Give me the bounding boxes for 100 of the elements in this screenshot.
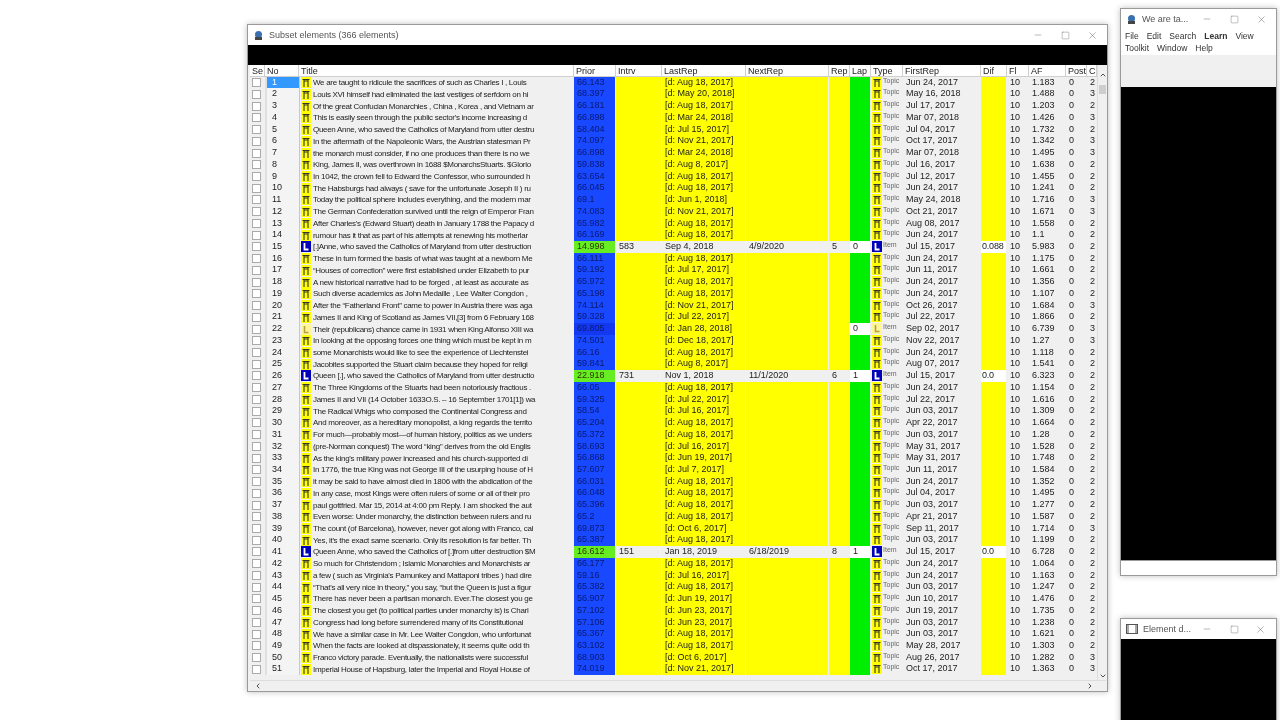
row-number[interactable]: 10 (265, 182, 299, 195)
column-header[interactable]: Dif (981, 65, 1007, 77)
row-number[interactable]: 30 (265, 417, 299, 429)
scroll-left-icon[interactable] (254, 682, 262, 690)
row-checkbox[interactable] (252, 406, 261, 416)
row-checkbox[interactable] (252, 359, 261, 369)
row-number[interactable]: 36 (265, 487, 299, 500)
row-checkbox[interactable] (252, 148, 261, 158)
row-checkbox[interactable] (252, 230, 261, 240)
row-number[interactable]: 7 (265, 147, 299, 159)
row-checkbox[interactable] (252, 218, 261, 228)
row-checkbox[interactable] (252, 160, 261, 170)
column-header[interactable]: Title (299, 65, 574, 77)
column-header[interactable]: Prior (574, 65, 616, 77)
row-number[interactable]: 17 (265, 264, 299, 277)
row-number[interactable]: 3 (265, 100, 299, 112)
row-checkbox[interactable] (252, 664, 261, 674)
row-checkbox[interactable] (252, 418, 261, 428)
row-checkbox[interactable] (252, 113, 261, 123)
row-number[interactable]: 2 (265, 88, 299, 101)
column-header[interactable]: AF (1029, 65, 1066, 77)
row-checkbox[interactable] (252, 324, 261, 334)
row-checkbox[interactable] (252, 371, 261, 381)
row-number[interactable]: 44 (265, 581, 299, 594)
menu-item[interactable]: View (1235, 31, 1254, 41)
horizontal-scrollbar[interactable] (250, 680, 1106, 691)
row-checkbox[interactable] (252, 254, 261, 264)
row-checkbox[interactable] (252, 477, 261, 487)
row-number[interactable]: 33 (265, 452, 299, 464)
row-checkbox[interactable] (252, 207, 261, 217)
menu-item[interactable]: Learn (1204, 31, 1228, 41)
row-checkbox[interactable] (252, 488, 261, 498)
row-number[interactable]: 48 (265, 628, 299, 640)
scroll-right-icon[interactable] (1086, 682, 1094, 690)
row-checkbox[interactable] (252, 500, 261, 510)
row-checkbox[interactable] (252, 641, 261, 651)
column-header[interactable]: Fl (1007, 65, 1029, 77)
column-header[interactable]: NextRep (746, 65, 829, 77)
row-checkbox[interactable] (252, 289, 261, 299)
column-header[interactable]: Rep (829, 65, 850, 77)
column-header[interactable]: Intrv (616, 65, 662, 77)
column-header[interactable]: Lap (850, 65, 871, 77)
menu-item[interactable]: File (1125, 31, 1139, 41)
menu-item[interactable]: Search (1169, 31, 1197, 41)
column-header[interactable]: Se (250, 65, 265, 77)
row-checkbox[interactable] (252, 617, 261, 627)
row-checkbox[interactable] (252, 183, 261, 193)
row-number[interactable]: 41 (265, 546, 299, 558)
row-checkbox[interactable] (252, 78, 261, 88)
menu-item[interactable]: Help (1195, 43, 1213, 53)
row-checkbox[interactable] (252, 430, 261, 440)
row-number[interactable]: 21 (265, 311, 299, 324)
scroll-down-icon[interactable] (1098, 672, 1107, 680)
row-number[interactable]: 37 (265, 499, 299, 511)
row-checkbox[interactable] (252, 171, 261, 181)
row-number[interactable]: 18 (265, 276, 299, 288)
row-checkbox[interactable] (252, 89, 261, 99)
row-number[interactable]: 15 (265, 241, 299, 253)
row-checkbox[interactable] (252, 465, 261, 475)
menu-item[interactable]: Edit (1146, 31, 1162, 41)
row-checkbox[interactable] (252, 524, 261, 533)
scroll-thumb[interactable] (1098, 85, 1106, 94)
row-number[interactable]: 51 (265, 663, 299, 676)
row-number[interactable]: 45 (265, 593, 299, 605)
row-checkbox[interactable] (252, 312, 261, 322)
row-number[interactable]: 6 (265, 135, 299, 148)
row-checkbox[interactable] (252, 441, 261, 451)
row-number[interactable]: 40 (265, 534, 299, 547)
column-header[interactable]: No (265, 65, 299, 77)
row-number[interactable]: 22 (265, 323, 299, 335)
column-header[interactable]: Post (1066, 65, 1087, 77)
row-number[interactable]: 14 (265, 229, 299, 241)
row-checkbox[interactable] (252, 125, 261, 135)
column-header[interactable]: FirstRep (903, 65, 981, 77)
scroll-up-icon[interactable] (1098, 71, 1107, 79)
row-checkbox[interactable] (252, 582, 261, 592)
row-checkbox[interactable] (252, 535, 261, 545)
row-checkbox[interactable] (252, 559, 261, 569)
row-checkbox[interactable] (252, 101, 261, 111)
row-checkbox[interactable] (252, 265, 261, 275)
row-checkbox[interactable] (252, 606, 261, 616)
row-checkbox[interactable] (252, 653, 261, 663)
row-checkbox[interactable] (252, 594, 261, 604)
row-number[interactable]: 25 (265, 358, 299, 371)
row-checkbox[interactable] (252, 570, 261, 580)
row-number[interactable]: 11 (265, 194, 299, 206)
row-checkbox[interactable] (252, 348, 261, 357)
row-checkbox[interactable] (252, 453, 261, 463)
column-header[interactable]: Type (871, 65, 903, 77)
row-checkbox[interactable] (252, 277, 261, 287)
row-checkbox[interactable] (252, 242, 261, 252)
menu-item[interactable]: Window (1157, 43, 1188, 53)
row-checkbox[interactable] (252, 301, 261, 311)
column-header[interactable]: LastRep (662, 65, 746, 77)
row-checkbox[interactable] (252, 547, 261, 557)
row-checkbox[interactable] (252, 629, 261, 639)
row-checkbox[interactable] (252, 383, 261, 393)
row-checkbox[interactable] (252, 136, 261, 146)
row-checkbox[interactable] (252, 195, 261, 205)
row-checkbox[interactable] (252, 336, 261, 346)
